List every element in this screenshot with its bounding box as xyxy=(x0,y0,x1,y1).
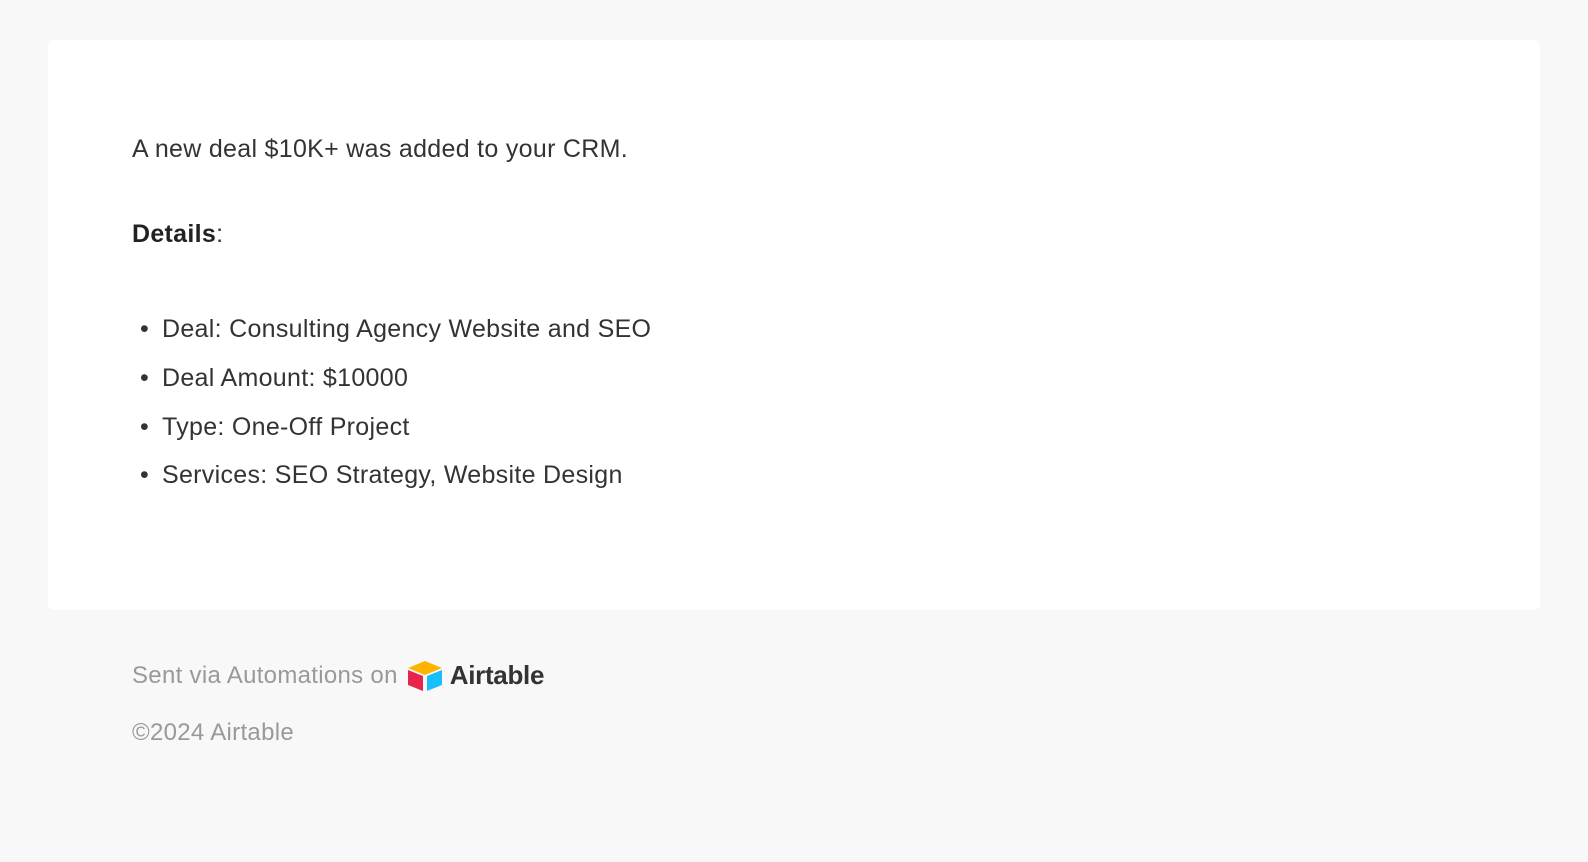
intro-text: A new deal $10K+ was added to your CRM. xyxy=(132,135,1456,164)
sent-via-text: Sent via Automations on xyxy=(132,662,398,690)
sent-via-row: Sent via Automations on Airtable xyxy=(132,660,1540,691)
airtable-logo: Airtable xyxy=(408,660,544,691)
details-list: Deal: Consulting Agency Website and SEO … xyxy=(132,305,1456,500)
airtable-icon xyxy=(408,661,442,691)
list-item: Deal Amount: $10000 xyxy=(162,354,1456,403)
footer: Sent via Automations on Airtable ©2024 A… xyxy=(48,660,1540,747)
copyright-text: ©2024 Airtable xyxy=(132,719,1540,747)
list-item: Deal: Consulting Agency Website and SEO xyxy=(162,305,1456,354)
list-item: Services: SEO Strategy, Website Design xyxy=(162,451,1456,500)
notification-card: A new deal $10K+ was added to your CRM. … xyxy=(48,40,1540,610)
details-label-strong: Details xyxy=(132,220,216,248)
list-item: Type: One-Off Project xyxy=(162,403,1456,452)
details-label: Details: xyxy=(132,220,1456,249)
airtable-brand-text: Airtable xyxy=(450,660,544,691)
